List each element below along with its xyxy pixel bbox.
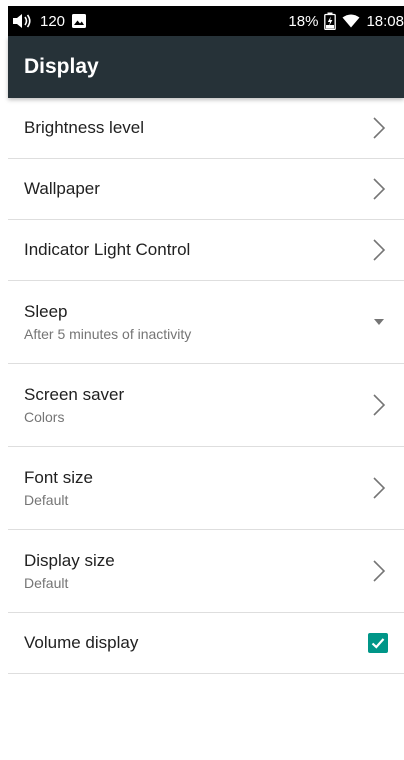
brightness-level-text: Brightness level — [24, 118, 144, 138]
volume-display-text: Volume display — [24, 633, 138, 653]
screen-saver-title: Screen saver — [24, 385, 125, 404]
chevron-right-icon — [373, 560, 386, 582]
screen-saver-row[interactable]: Screen saver Colors — [8, 364, 404, 447]
status-right: 18% 18:08 — [288, 12, 404, 30]
wallpaper-text: Wallpaper — [24, 179, 100, 199]
font-size-text: Font size Default — [24, 468, 93, 508]
image-icon — [72, 14, 87, 28]
volume-display-checkbox[interactable] — [368, 633, 388, 653]
indicator-light-control-text: Indicator Light Control — [24, 240, 190, 260]
chevron-right-icon — [373, 239, 386, 261]
settings-list: Brightness level Wallpaper Indicator Lig… — [8, 98, 404, 674]
display-size-subtitle: Default — [24, 575, 69, 591]
brightness-level-title: Brightness level — [24, 118, 145, 137]
page-title: Display — [24, 55, 99, 78]
wallpaper-title: Wallpaper — [24, 179, 100, 198]
screen-saver-subtitle: Colors — [24, 409, 65, 425]
screen-saver-text: Screen saver Colors — [24, 385, 124, 425]
battery-percent: 18% — [288, 12, 319, 30]
wifi-icon — [342, 14, 360, 28]
indicator-light-control-row[interactable]: Indicator Light Control — [8, 220, 404, 281]
chevron-right-icon — [373, 394, 386, 416]
dropdown-arrow-icon — [374, 319, 384, 325]
app-bar: Display — [8, 36, 404, 98]
display-size-title: Display size — [24, 551, 115, 570]
indicator-light-control-title: Indicator Light Control — [24, 240, 191, 259]
display-size-row[interactable]: Display size Default — [8, 530, 404, 613]
chevron-right-icon — [373, 117, 386, 139]
brightness-level-row[interactable]: Brightness level — [8, 98, 404, 159]
volume-display-row[interactable]: Volume display — [8, 613, 404, 674]
wallpaper-row[interactable]: Wallpaper — [8, 159, 404, 220]
sleep-row[interactable]: Sleep After 5 minutes of inactivity — [8, 281, 404, 364]
chevron-right-icon — [373, 477, 386, 499]
volume-icon — [13, 14, 31, 28]
chevron-right-icon — [373, 178, 386, 200]
sleep-title: Sleep — [24, 302, 68, 321]
sleep-subtitle: After 5 minutes of inactivity — [24, 326, 192, 342]
font-size-row[interactable]: Font size Default — [8, 447, 404, 530]
display-size-text: Display size Default — [24, 551, 115, 591]
font-size-subtitle: Default — [24, 492, 69, 508]
volume-level-text: 120 — [40, 12, 66, 30]
volume-display-title: Volume display — [24, 633, 139, 652]
checkmark-icon — [371, 638, 385, 649]
clock-time: 18:08 — [366, 12, 404, 30]
font-size-title: Font size — [24, 468, 93, 487]
status-bar: 120 18% 18:08 — [8, 6, 404, 36]
battery-charging-icon — [324, 12, 337, 30]
status-left: 120 — [8, 13, 87, 30]
sleep-text: Sleep After 5 minutes of inactivity — [24, 302, 191, 342]
